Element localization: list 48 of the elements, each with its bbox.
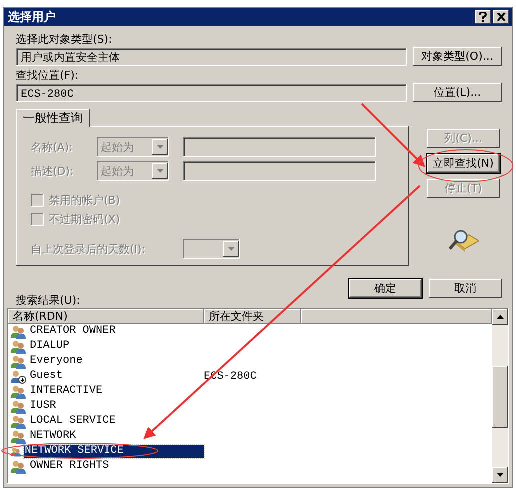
days-label: 自上次登录后的天数(I): [31, 242, 147, 256]
find-now-button[interactable]: 立即查找(N) [427, 154, 500, 173]
result-name[interactable]: NETWORK SERVICE [24, 445, 204, 458]
cancel-button[interactable]: 取消 [429, 279, 502, 298]
caret-icon [156, 169, 164, 173]
scroll-up-button[interactable] [492, 309, 508, 325]
checkbox-label: 禁用的帐户(B) [49, 193, 120, 208]
close-icon [496, 13, 506, 21]
location-label: 查找位置(F): [16, 69, 80, 82]
result-name[interactable]: Guest [29, 370, 64, 383]
scroll-down-button[interactable] [492, 467, 508, 483]
down-arrow-icon [496, 473, 504, 477]
result-name[interactable]: CREATOR OWNER [29, 325, 117, 338]
search-folder-icon [447, 229, 479, 253]
column-header[interactable]: 名称(RDN) [8, 309, 204, 324]
up-arrow-icon [496, 315, 504, 319]
help-icon [479, 12, 487, 22]
caret-icon [156, 145, 164, 149]
caret-icon [228, 247, 234, 251]
object-type-label: 选择此对象类型(S): [16, 33, 114, 46]
close-button[interactable] [493, 10, 509, 24]
ok-button[interactable]: 确定 [349, 279, 422, 298]
annotation-arrow [361, 103, 426, 168]
result-name[interactable]: INTERACTIVE [29, 385, 104, 398]
query-text-field[interactable] [183, 137, 376, 157]
column-header[interactable]: 所在文件夹 [204, 309, 301, 324]
query-text-field[interactable] [183, 161, 376, 181]
days-dropdown[interactable] [183, 239, 240, 259]
results-label: 搜索结果(U): [16, 294, 82, 307]
result-name[interactable]: IUSR [29, 400, 58, 413]
scrollbar[interactable] [492, 309, 508, 483]
result-name[interactable]: NETWORK [29, 430, 78, 443]
result-name[interactable]: OWNER RIGHTS [29, 460, 110, 473]
result-name[interactable]: Everyone [29, 355, 84, 368]
object-type-field: 用户或内置安全主体 [16, 48, 407, 66]
query-field-label: 名称(A): [31, 140, 74, 154]
scroll-thumb[interactable] [492, 366, 508, 428]
locations-button[interactable]: 位置(L)... [413, 83, 502, 102]
checkbox-label: 不过期密码(X) [49, 212, 120, 227]
window-title: 选择用户 [8, 8, 56, 26]
query-field-label: 描述(D): [31, 164, 75, 178]
user-download-icon [11, 370, 27, 384]
location-field: ECS-280C [16, 84, 407, 102]
object-types-button[interactable]: 对象类型(O)... [413, 47, 502, 66]
help-button[interactable] [475, 10, 491, 24]
result-name[interactable]: LOCAL SERVICE [29, 415, 117, 428]
result-name[interactable]: DIALUP [29, 340, 71, 353]
query-tab[interactable]: 一般性查询 [16, 109, 90, 127]
